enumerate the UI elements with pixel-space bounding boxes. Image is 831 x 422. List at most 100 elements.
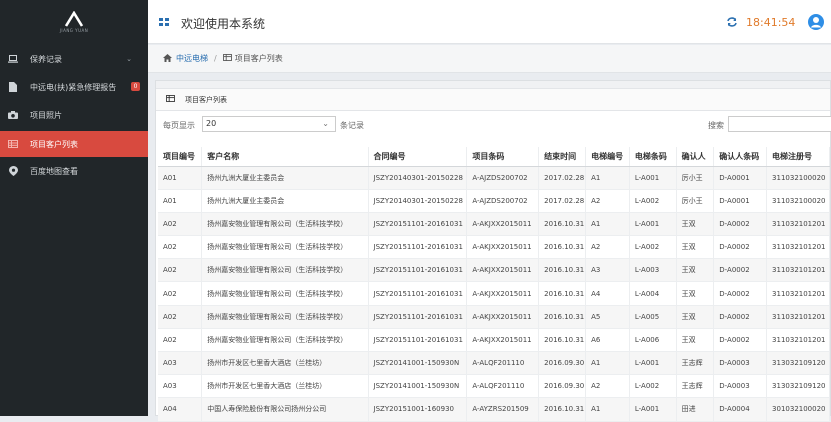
table-cell: JSZY20151101-20161031 — [368, 281, 468, 306]
table-cell: 2016.09.30 — [538, 351, 587, 376]
sidebar-item-maintenance[interactable]: 保养记录 ⌄ — [0, 46, 148, 72]
table-cell: 2016.10.31 — [538, 328, 587, 353]
column-header[interactable]: 项目编号 — [158, 147, 203, 167]
search-input[interactable] — [728, 116, 831, 132]
table-cell: A02 — [158, 235, 203, 260]
table-cell: A-AKJXX2015011 — [466, 281, 540, 306]
table-cell: 311032101201 — [766, 305, 830, 329]
table-cell: L-A001 — [629, 397, 677, 422]
table-row[interactable]: A03 扬州市开发区七里香大酒店（兰桂坊） JSZY20141001-150930N… — [158, 351, 830, 376]
table-cell: 2016.10.31 — [538, 397, 587, 422]
table-row[interactable]: A04 中国人寿保险股份有限公司扬州分公司 JSZY20151001-160930 A… — [158, 397, 830, 422]
table-row[interactable]: A02 扬州嘉安物业管理有限公司（生活科技学校） JSZY20151101-2016… — [158, 281, 830, 306]
table-cell: A1 — [585, 166, 630, 190]
panel-header: 项目客户列表 — [156, 89, 830, 111]
sidebar-item-label: 项目照片 — [30, 110, 62, 120]
table-cell: A02 — [158, 328, 203, 353]
column-header[interactable]: 电梯编号 — [585, 147, 630, 167]
table-cell: JSZY20151101-20161031 — [368, 305, 468, 329]
table-cell: L-A001 — [629, 212, 677, 237]
table-cell: A-AKJXX2015011 — [466, 235, 540, 260]
table-cell: 扬州嘉安物业管理有限公司（生活科技学校） — [201, 212, 369, 237]
sidebar-item-label: 保养记录 — [30, 54, 62, 64]
table-row[interactable]: A02 扬州嘉安物业管理有限公司（生活科技学校） JSZY20151101-2016… — [158, 258, 830, 283]
table-cell: A02 — [158, 258, 203, 283]
column-header[interactable]: 结束时间 — [538, 147, 587, 167]
column-header[interactable]: 合同编号 — [368, 147, 468, 167]
table-row[interactable]: A02 扬州嘉安物业管理有限公司（生活科技学校） JSZY20151101-2016… — [158, 235, 830, 260]
breadcrumb-home-link[interactable]: 中远电梯 — [176, 53, 208, 64]
table-cell: A2 — [585, 235, 630, 260]
table-cell: 2016.09.30 — [538, 374, 587, 399]
table-row[interactable]: A02 扬州嘉安物业管理有限公司（生活科技学校） JSZY20151101-2016… — [158, 328, 830, 353]
page-size-select[interactable]: 20 ⌄ — [202, 116, 336, 132]
table-cell: 311032101201 — [766, 235, 830, 260]
table-cell: 扬州嘉安物业管理有限公司（生活科技学校） — [201, 281, 369, 306]
table-cell: A02 — [158, 305, 203, 329]
table-row[interactable]: A03 扬州市开发区七里香大酒店（兰桂坊） JSZY20141001-150930N… — [158, 374, 830, 399]
table-cell: D-A0002 — [713, 258, 768, 283]
table-row[interactable]: A02 扬州嘉安物业管理有限公司（生活科技学校） JSZY20151101-2016… — [158, 212, 830, 237]
chevron-down-icon: ⌄ — [322, 119, 329, 128]
table-cell: A02 — [158, 281, 203, 306]
column-header[interactable]: 电梯条码 — [629, 147, 677, 167]
table-cell: 扬州嘉安物业管理有限公司（生活科技学校） — [201, 305, 369, 329]
panel-title: 项目客户列表 — [185, 95, 227, 104]
table-cell: A-ALQF201110 — [466, 351, 540, 376]
table-cell: 2016.10.31 — [538, 235, 587, 260]
breadcrumb-current: 项目客户列表 — [234, 54, 283, 63]
column-header[interactable]: 项目条码 — [466, 147, 540, 167]
table-cell: 王双 — [676, 305, 715, 329]
sidebar-item-repair-report[interactable]: 中远电(扶)紧急修理报告 0 — [0, 74, 148, 100]
table-cell: D-A0002 — [713, 212, 768, 237]
table-cell: JSZY20151101-20161031 — [368, 258, 468, 283]
table-cell: D-A0003 — [713, 351, 768, 376]
sidebar-item-project-photos[interactable]: 项目照片 — [0, 102, 148, 128]
logo-mark-icon — [64, 11, 84, 27]
chevron-down-icon: ⌄ — [126, 55, 132, 63]
notification-badge: 0 — [131, 82, 140, 91]
map-marker-icon — [8, 166, 18, 176]
table-cell: A-AKJXX2015011 — [466, 328, 540, 353]
table-cell: JSZY20151101-20161031 — [368, 235, 468, 260]
user-avatar-icon[interactable] — [808, 14, 824, 30]
table-cell: A01 — [158, 189, 203, 213]
clock-time: 18:41:54 — [746, 16, 796, 29]
table-cell: 311032100020 — [766, 166, 830, 190]
sidebar: JIANG YUAN 保养记录 ⌄ 中远电(扶)紧急修理报告 0 项目照片 项目… — [0, 0, 148, 416]
table-cell: 扬州市开发区七里香大酒店（兰桂坊） — [201, 351, 369, 376]
table-cell: L-A005 — [629, 305, 677, 329]
table-cell: D-A0002 — [713, 328, 768, 353]
table-cell: D-A0001 — [713, 189, 768, 213]
home-icon[interactable] — [163, 53, 172, 64]
sidebar-item-customer-list[interactable]: 项目客户列表 — [0, 131, 148, 157]
table-cell: D-A0002 — [713, 305, 768, 329]
column-header[interactable]: 客户名称 — [201, 147, 369, 167]
camera-icon — [8, 110, 18, 120]
top-bar: 欢迎使用本系统 18:41:54 — [148, 0, 831, 44]
table-cell: 311032100020 — [766, 189, 830, 213]
table-row[interactable]: A01 扬州九洲大厦业主委员会 JSZY20140301-20150228 A-AJZ… — [158, 189, 830, 213]
refresh-icon[interactable] — [726, 17, 738, 27]
table-cell: A02 — [158, 212, 203, 237]
file-icon — [8, 82, 18, 92]
table-cell: A2 — [585, 189, 630, 213]
table-cell: A-AKJXX2015011 — [466, 212, 540, 237]
table-cell: A3 — [585, 258, 630, 283]
sidebar-item-baidu-map[interactable]: 百度地图查看 — [0, 158, 148, 184]
table-cell: JSZY20151001-160930 — [368, 397, 468, 422]
table-icon — [222, 54, 232, 63]
customer-table: 项目编号 客户名称 合同编号 项目条码 结束时间 电梯编号 电梯条码 确认人 确认人条码 电梯注册… — [158, 147, 830, 422]
table-cell: A-AJZDS200702 — [466, 189, 540, 213]
table-cell: 311032101201 — [766, 258, 830, 283]
column-header[interactable]: 确认人 — [676, 147, 715, 167]
table-cell: 扬州嘉安物业管理有限公司（生活科技学校） — [201, 328, 369, 353]
table-cell: 2016.10.31 — [538, 305, 587, 329]
column-header[interactable]: 电梯注册号 — [766, 147, 830, 167]
table-row[interactable]: A01 扬州九洲大厦业主委员会 JSZY20140301-20150228 A-AJZ… — [158, 166, 830, 190]
table-row[interactable]: A02 扬州嘉安物业管理有限公司（生活科技学校） JSZY20151101-2016… — [158, 305, 830, 329]
column-header[interactable]: 确认人条码 — [713, 147, 768, 167]
table-cell: JSZY20151101-20161031 — [368, 328, 468, 353]
sidebar-item-label: 项目客户列表 — [30, 139, 78, 149]
table-cell: JSZY20151101-20161031 — [368, 212, 468, 237]
